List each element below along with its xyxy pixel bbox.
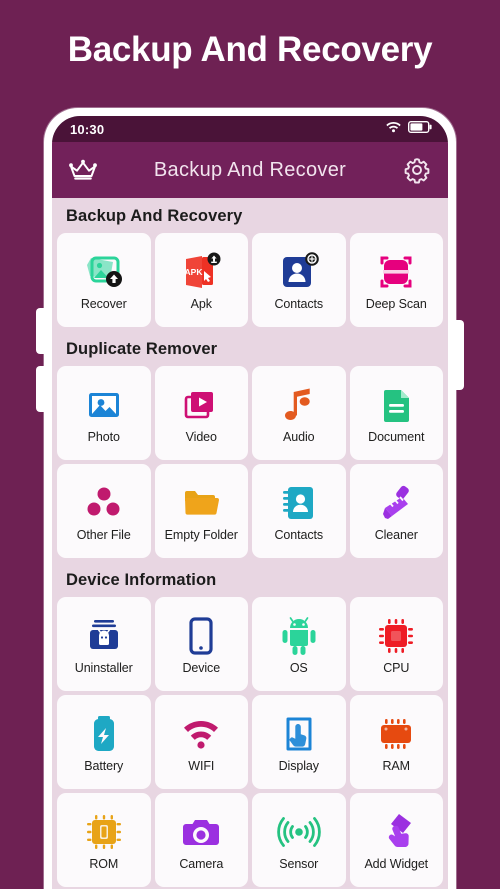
tile-row: Battery WIFI Display RAM — [52, 695, 448, 789]
sensor-icon — [276, 809, 322, 855]
rom-chip-icon — [81, 809, 127, 855]
tile-camera[interactable]: Camera — [154, 793, 248, 887]
section-title: Duplicate Remover — [66, 340, 218, 358]
brush-icon — [373, 480, 419, 526]
uninstaller-icon — [81, 613, 127, 659]
tile-deep-scan[interactable]: Deep Scan — [349, 233, 443, 327]
tile-label: Recover — [80, 297, 127, 311]
photo-icon — [81, 382, 127, 428]
volume-up-button[interactable] — [36, 308, 46, 354]
video-icon — [178, 382, 224, 428]
tile-display[interactable]: Display — [252, 695, 346, 789]
tile-label: Other File — [76, 528, 131, 542]
tile-row: ROM Camera Sensor Add Widget — [52, 793, 448, 887]
tile-label: Contacts — [274, 528, 324, 542]
tile-label: Device — [182, 661, 221, 675]
folder-icon — [178, 480, 224, 526]
tile-label: Document — [368, 430, 425, 444]
tile-label: ROM — [89, 857, 119, 871]
battery-charging-icon — [81, 711, 127, 757]
tile-label: Sensor — [279, 857, 319, 871]
tile-label: OS — [289, 661, 308, 675]
section-title: Backup And Recovery — [66, 207, 243, 225]
tile-label: RAM — [382, 759, 411, 773]
tile-video[interactable]: Video — [154, 366, 248, 460]
tile-ram[interactable]: RAM — [349, 695, 443, 789]
tile-contacts[interactable]: Contacts — [252, 233, 346, 327]
status-icons — [386, 120, 432, 138]
tile-audio[interactable]: Audio — [252, 366, 346, 460]
tile-row: Photo Video Audio Document — [52, 366, 448, 460]
tile-cleaner[interactable]: Cleaner — [349, 464, 443, 558]
contact-card-icon — [276, 249, 322, 295]
tile-other-file[interactable]: Other File — [57, 464, 151, 558]
camera-icon — [178, 809, 224, 855]
tile-device[interactable]: Device — [154, 597, 248, 691]
tile-row: Other File Empty Folder Contacts Cleaner — [52, 464, 448, 558]
apk-icon: APK — [178, 249, 224, 295]
tile-row: Uninstaller Device OS CPU — [52, 597, 448, 691]
other-file-icon — [81, 480, 127, 526]
page-title: Backup And Recovery — [67, 30, 433, 69]
app-bar-title: Backup And Recover — [153, 158, 347, 181]
phone-icon — [178, 613, 224, 659]
widget-tap-icon — [373, 809, 419, 855]
tile-photo[interactable]: Photo — [57, 366, 151, 460]
tile-label: Uninstaller — [74, 661, 133, 675]
phone-screen: 10:30 Backup And Recover Backup And Reco… — [52, 116, 448, 889]
tile-label: Battery — [84, 759, 124, 773]
tile-label: Audio — [283, 430, 315, 444]
app-content: Backup And Recovery Recover APK Apk Cont… — [52, 198, 448, 889]
tile-label: Empty Folder — [164, 528, 238, 542]
tile-contacts[interactable]: Contacts — [252, 464, 346, 558]
tile-label: Cleaner — [374, 528, 418, 542]
tile-label: Add Widget — [364, 857, 429, 871]
tile-document[interactable]: Document — [349, 366, 443, 460]
app-bar: Backup And Recover — [52, 142, 448, 198]
tile-add-widget[interactable]: Add Widget — [349, 793, 443, 887]
android-icon — [276, 613, 322, 659]
crown-icon[interactable] — [68, 155, 98, 185]
tile-recover[interactable]: Recover — [57, 233, 151, 327]
tile-label: Display — [278, 759, 319, 773]
tile-row: Recover APK Apk Contacts Deep Scan — [52, 233, 448, 327]
tile-label: Camera — [179, 857, 224, 871]
tile-label: Deep Scan — [365, 297, 427, 311]
deep-scan-icon — [373, 249, 419, 295]
audio-note-icon — [276, 382, 322, 428]
volume-down-button[interactable] — [36, 366, 46, 412]
gear-icon[interactable] — [402, 155, 432, 185]
tile-apk[interactable]: APK Apk — [154, 233, 248, 327]
wifi-icon — [386, 120, 401, 138]
power-button[interactable] — [454, 320, 464, 390]
status-time: 10:30 — [70, 121, 105, 137]
tile-wifi[interactable]: WIFI — [154, 695, 248, 789]
status-bar: 10:30 — [52, 116, 448, 142]
document-icon — [373, 382, 419, 428]
cpu-chip-icon — [373, 613, 419, 659]
section-title: Device Information — [66, 571, 217, 589]
ram-chip-icon — [373, 711, 419, 757]
image-recover-icon — [81, 249, 127, 295]
tile-label: Apk — [190, 297, 212, 311]
tile-label: WIFI — [188, 759, 215, 773]
tile-label: Contacts — [274, 297, 324, 311]
phone-frame: 10:30 Backup And Recover Backup And Reco… — [36, 108, 464, 889]
tile-sensor[interactable]: Sensor — [252, 793, 346, 887]
tile-battery[interactable]: Battery — [57, 695, 151, 789]
tile-cpu[interactable]: CPU — [349, 597, 443, 691]
tile-rom[interactable]: ROM — [57, 793, 151, 887]
tile-label: Video — [185, 430, 217, 444]
display-touch-icon — [276, 711, 322, 757]
tile-os[interactable]: OS — [252, 597, 346, 691]
wifi-signal-icon — [178, 711, 224, 757]
tile-label: Photo — [87, 430, 120, 444]
tile-uninstaller[interactable]: Uninstaller — [57, 597, 151, 691]
battery-icon — [407, 120, 432, 138]
tile-empty-folder[interactable]: Empty Folder — [154, 464, 248, 558]
address-book-icon — [276, 480, 322, 526]
svg-text:APK: APK — [185, 267, 204, 277]
tile-label: CPU — [383, 661, 410, 675]
